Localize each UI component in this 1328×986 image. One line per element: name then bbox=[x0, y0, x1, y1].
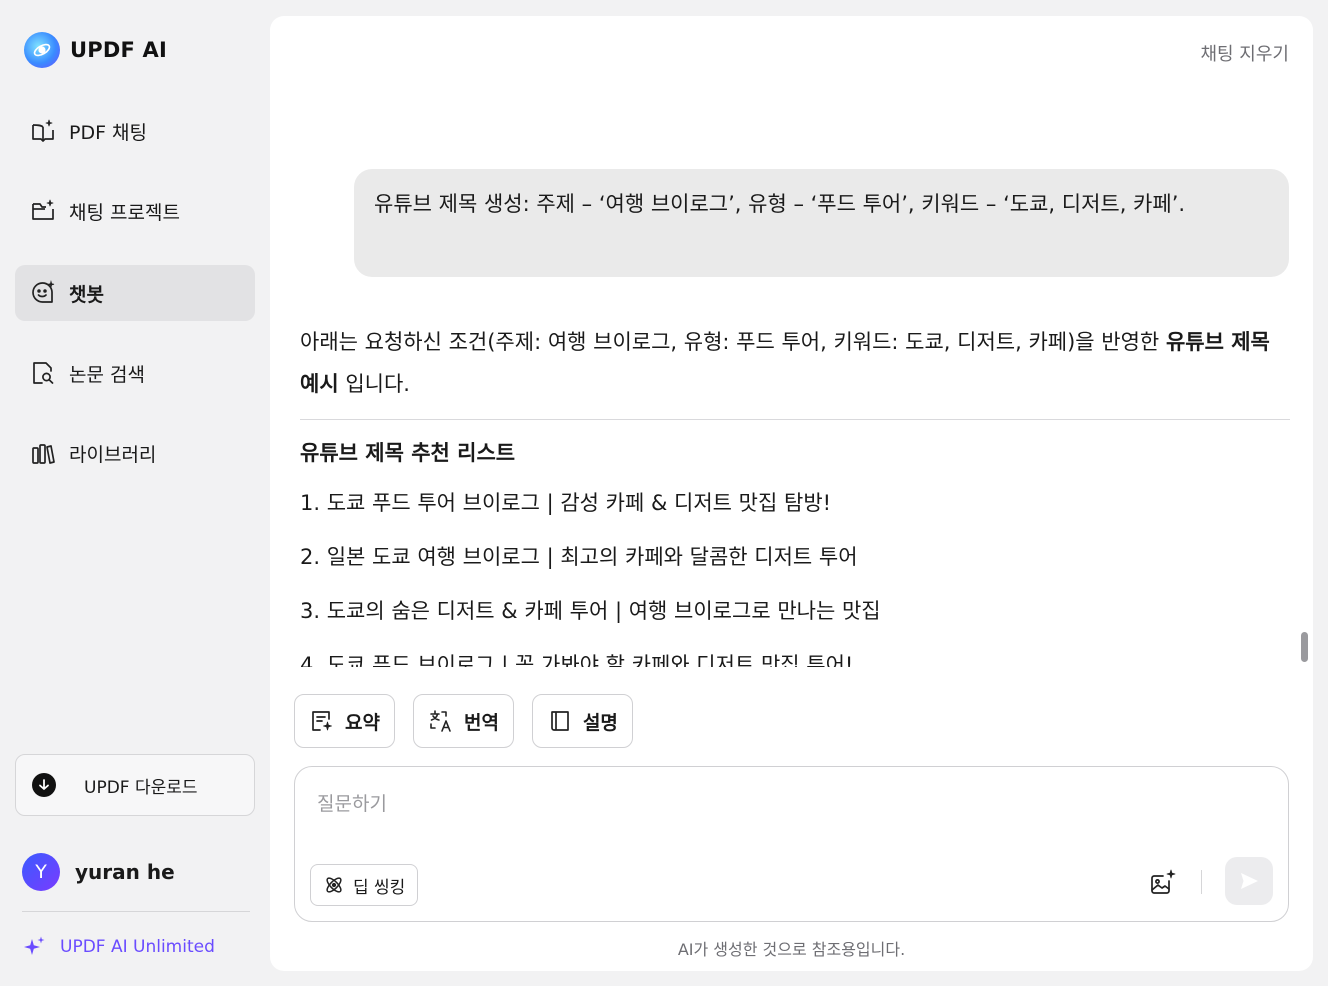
summary-sparkle-icon bbox=[312, 711, 332, 731]
deep-thinking-label: 딥 씽킹 bbox=[353, 877, 406, 898]
list-item: 4. 도쿄 푸드 브이로그 | 꼭 가봐야 할 카페와 디저트 맛집 투어! bbox=[300, 653, 854, 667]
sidebar-divider bbox=[22, 911, 250, 912]
translate-label: 번역 bbox=[463, 711, 499, 734]
user-message-bubble: 유튜브 제목 생성: 주제 – ‘여행 브이로그’, 유형 – ‘푸드 투어’,… bbox=[354, 169, 1289, 277]
list-item: 2. 일본 도쿄 여행 브이로그 | 최고의 카페와 달콤한 디저트 투어 bbox=[300, 545, 858, 569]
sidebar-item-label: 라이브러리 bbox=[69, 443, 157, 466]
avatar: Y bbox=[22, 853, 60, 891]
sidebar-item-pdf-chat[interactable]: PDF 채팅 bbox=[15, 103, 255, 159]
answer-intro: 아래는 요청하신 조건(주제: 여행 브이로그, 유형: 푸드 투어, 키워드:… bbox=[300, 321, 1290, 405]
user-profile[interactable]: Y yuran he bbox=[22, 853, 175, 891]
sidebar-item-label: 논문 검색 bbox=[69, 363, 145, 386]
quick-actions: 요약 번역 설명 bbox=[294, 694, 651, 748]
atom-icon bbox=[326, 877, 342, 893]
updf-download-button[interactable]: UPDF 다운로드 bbox=[15, 754, 255, 816]
brand[interactable]: UPDF AI bbox=[24, 32, 167, 68]
updf-ai-logo-icon bbox=[24, 32, 60, 68]
answer-heading: 유튜브 제목 추천 리스트 bbox=[300, 441, 516, 465]
chatbot-face-icon bbox=[30, 280, 56, 306]
disclaimer-footnote: AI가 생성한 것으로 참조용입니다. bbox=[677, 940, 906, 959]
sidebar-item-chat-projects[interactable]: 채팅 프로젝트 bbox=[15, 183, 255, 239]
sidebar-item-paper-search[interactable]: 논문 검색 bbox=[15, 345, 255, 401]
sidebar-item-label: 챗봇 bbox=[69, 283, 104, 306]
sidebar: UPDF AI PDF 채팅 채팅 프로젝트 챗봇 논문 검색 라이브러리 UP… bbox=[0, 0, 268, 986]
brand-name: UPDF AI bbox=[70, 38, 167, 62]
scrollbar-thumb[interactable] bbox=[1301, 632, 1308, 662]
ai-answer: 아래는 요청하신 조건(주제: 여행 브이로그, 유형: 푸드 투어, 키워드:… bbox=[300, 321, 1290, 667]
image-sparkle-icon bbox=[1151, 869, 1176, 894]
title-list: 1. 도쿄 푸드 투어 브이로그 | 감성 카페 & 디저트 맛집 탐방! 2.… bbox=[300, 476, 1290, 667]
book-explain-icon bbox=[551, 711, 569, 731]
download-label: UPDF 다운로드 bbox=[84, 777, 198, 798]
sidebar-item-label: PDF 채팅 bbox=[69, 121, 148, 144]
translate-button[interactable]: 번역 bbox=[412, 694, 514, 748]
download-arrow-icon bbox=[32, 773, 56, 797]
explain-button[interactable]: 설명 bbox=[531, 694, 633, 748]
explain-label: 설명 bbox=[582, 711, 618, 734]
list-item: 3. 도쿄의 숨은 디저트 & 카페 투어 | 여행 브이로그로 만나는 맛집 bbox=[300, 599, 881, 623]
list-item: 1. 도쿄 푸드 투어 브이로그 | 감성 카페 & 디저트 맛집 탐방! bbox=[300, 491, 832, 515]
sparkle-icon bbox=[24, 936, 45, 955]
summary-label: 요약 bbox=[345, 711, 380, 734]
sidebar-item-library[interactable]: 라이브러리 bbox=[15, 425, 255, 481]
chat-panel: 채팅 지우기 유튜브 제목 생성: 주제 – ‘여행 브이로그’, 유형 – ‘… bbox=[270, 16, 1313, 971]
sidebar-item-label: 채팅 프로젝트 bbox=[69, 201, 180, 224]
folder-sparkle-icon bbox=[30, 198, 56, 224]
answer-intro-suffix: 입니다. bbox=[338, 372, 410, 396]
updf-ai-unlimited-link[interactable]: UPDF AI Unlimited bbox=[22, 935, 215, 959]
send-arrow-icon bbox=[1241, 873, 1258, 889]
input-divider bbox=[1201, 870, 1202, 894]
question-input[interactable] bbox=[317, 789, 1217, 829]
translate-icon bbox=[430, 710, 451, 732]
send-button[interactable] bbox=[1225, 857, 1273, 905]
summary-button[interactable]: 요약 bbox=[294, 694, 395, 748]
book-sparkle-icon bbox=[30, 118, 56, 144]
sidebar-item-chatbot[interactable]: 챗봇 bbox=[15, 265, 255, 321]
deep-thinking-toggle[interactable]: 딥 씽킹 bbox=[310, 864, 419, 906]
user-name: yuran he bbox=[75, 860, 175, 884]
answer-intro-text: 아래는 요청하신 조건(주제: 여행 브이로그, 유형: 푸드 투어, 키워드:… bbox=[300, 330, 1166, 354]
library-books-icon bbox=[30, 440, 56, 466]
unlimited-label: UPDF AI Unlimited bbox=[60, 937, 215, 957]
document-search-icon bbox=[30, 360, 56, 386]
image-upload-button[interactable] bbox=[1148, 867, 1178, 897]
chat-input-box: 딥 씽킹 bbox=[294, 766, 1289, 922]
answer-divider bbox=[300, 419, 1290, 420]
clear-chat-button[interactable]: 채팅 지우기 bbox=[1200, 40, 1289, 66]
